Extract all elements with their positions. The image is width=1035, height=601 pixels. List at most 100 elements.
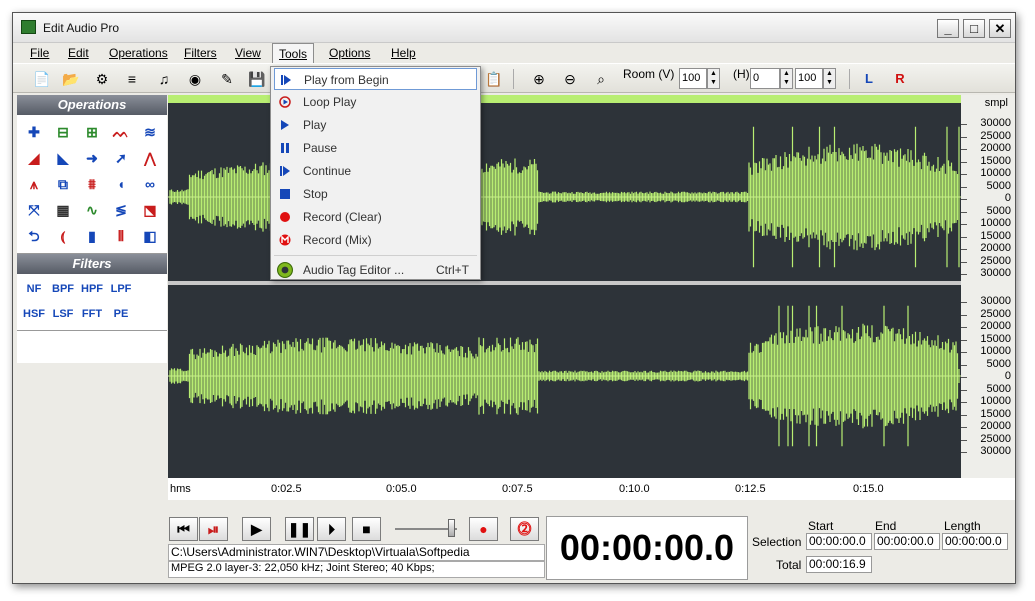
split-icon[interactable]: ⊞ [80,121,104,143]
normalize-icon[interactable]: ≋ [138,121,162,143]
swap-channels-icon[interactable]: ⤧ [22,199,46,221]
filter-pe-button[interactable]: PE [109,305,133,324]
insert-silence-icon[interactable]: ✚ [22,121,46,143]
menu-item-label: Audio Tag Editor ... [303,263,405,277]
selection-start-field[interactable]: 00:00:00.0 [806,533,872,550]
menu-item-play[interactable]: Play [274,114,477,136]
envelope-icon[interactable]: ⬔ [138,199,162,221]
edit-tag-icon[interactable]: ✎ [216,68,238,90]
record-clear-button[interactable]: ● [469,517,498,541]
chorus-icon[interactable]: ⩚ [22,173,46,195]
invert-icon[interactable]: ▮ [80,225,104,247]
convert-icon[interactable]: ⚙ [91,68,113,90]
batch-icon[interactable]: ≡ [121,68,143,90]
selection-end-field[interactable]: 00:00:00.0 [874,533,940,550]
menu-item-label: Record (Clear) [303,210,382,224]
menu-operations[interactable]: Operations [109,46,168,60]
filter-bpf-button[interactable]: BPF [51,280,75,299]
vibrato-icon[interactable]: ◖ [109,173,133,195]
title-bar[interactable]: Edit Audio Pro _ □ ✕ [13,13,1015,43]
room-v-input[interactable]: 100 [679,68,707,89]
ruler-label: 0 [1004,370,1011,382]
ruler-label: 25000 [980,307,1011,320]
music-icon[interactable]: ♫ [153,68,175,90]
menu-item-continue[interactable]: Continue [274,160,477,182]
save-icon[interactable]: 💾 [246,68,268,90]
menu-item-record-mix[interactable]: Record (Mix) [274,229,477,251]
filter-hpf-button[interactable]: HPF [80,280,104,299]
open-folder-icon[interactable]: 📂 [60,68,82,90]
menu-item-record-clear[interactable]: Record (Clear) [274,206,477,228]
noise-icon[interactable]: ▦ [51,199,75,221]
filter-nf-button[interactable]: NF [22,280,46,299]
ruler-label: 20000 [980,142,1011,154]
menu-help[interactable]: Help [391,46,416,60]
new-file-icon[interactable]: 📄 [31,68,53,90]
selection-length-field[interactable]: 00:00:00.0 [942,533,1008,550]
tremolo-icon[interactable]: ∿ [80,199,104,221]
menu-item-stop[interactable]: Stop [274,183,477,205]
menu-edit[interactable]: Edit [68,46,89,60]
filter-fft-button[interactable]: FFT [80,305,104,324]
h-input[interactable]: 0 [750,68,780,89]
compressor-icon[interactable]: ⩩ [80,173,104,195]
h-spinner[interactable]: ▲ ▼ [780,68,793,89]
h-zoom-input[interactable]: 100 [795,68,823,89]
fade-in-icon[interactable]: ◢ [22,147,46,169]
zoom-fit-icon[interactable]: ⌕ [590,68,612,90]
filter-hsf-button[interactable]: HSF [22,305,46,324]
fast-forward-icon[interactable]: ➚ [109,147,133,169]
skip-back-button[interactable]: ⏮ [169,517,198,541]
paste-new-icon[interactable]: 📋 [483,68,505,90]
volume-slider-handle[interactable] [448,519,455,537]
record-mix-button[interactable]: ⓶ [510,517,539,541]
audio-tag-editor-icon [277,262,293,278]
pause-button[interactable]: ❚❚ [285,517,314,541]
time-tick: 0:10.0 [619,483,650,495]
amplify-icon[interactable]: ᨓ [109,121,133,143]
minimize-button[interactable]: _ [937,19,959,38]
menu-item-pause[interactable]: Pause [274,137,477,159]
stop-button[interactable]: ■ [352,517,381,541]
room-v-spinner[interactable]: ▲ ▼ [707,68,720,89]
format-info: MPEG 2.0 layer-3: 22,050 kHz; Joint Ster… [168,561,545,578]
echo-icon[interactable]: ⋀ [138,147,162,169]
zoom-out-icon[interactable]: ⊖ [559,68,581,90]
reverse-icon[interactable]: ⮌ [22,225,46,247]
menu-item-loop-play[interactable]: Loop Play [274,91,477,113]
continue-button[interactable]: ⏵ [317,517,346,541]
ruler-tick [961,199,967,200]
menu-item-audio-tag-editor[interactable]: Audio Tag Editor ... Ctrl+T [274,259,477,281]
play-from-begin-button[interactable]: ⏯ [199,517,228,541]
ruler-label: 10000 [980,167,1011,179]
equalizer-icon[interactable]: ⫴ [109,225,133,247]
filter-lsf-button[interactable]: LSF [51,305,75,324]
menu-view[interactable]: View [235,46,261,60]
maximize-button[interactable]: □ [963,19,985,38]
stereo-icon[interactable]: ◧ [138,225,162,247]
reverb-icon[interactable]: ⦅ [51,225,75,247]
menu-tools[interactable]: Tools [272,43,315,64]
menu-item-play-from-begin[interactable]: Play from Begin [274,68,477,90]
trim-icon[interactable]: ⊟ [51,121,75,143]
menu-filters[interactable]: Filters [184,46,217,60]
flanger-icon[interactable]: ∞ [138,173,162,195]
forward-icon[interactable]: ➜ [80,147,104,169]
left-channel-button[interactable]: L [858,68,880,90]
copy-channel-icon[interactable]: ⧉ [51,173,75,195]
menu-options[interactable]: Options [329,46,370,60]
play-button[interactable]: ▶ [242,517,271,541]
menu-file[interactable]: File [30,46,49,60]
right-channel-button[interactable]: R [889,68,911,90]
player-icon[interactable]: ◉ [184,68,206,90]
h-zoom-spinner[interactable]: ▲ ▼ [823,68,836,89]
zoom-in-icon[interactable]: ⊕ [528,68,550,90]
ruler-tick [961,327,967,328]
pitch-icon[interactable]: ≶ [109,199,133,221]
ruler-label: 30000 [980,267,1011,279]
close-button[interactable]: ✕ [989,19,1011,38]
filter-lpf-button[interactable]: LPF [109,280,133,299]
ruler-tick [961,174,967,175]
ruler-label: 5000 [986,382,1011,395]
fade-out-icon[interactable]: ◣ [51,147,75,169]
